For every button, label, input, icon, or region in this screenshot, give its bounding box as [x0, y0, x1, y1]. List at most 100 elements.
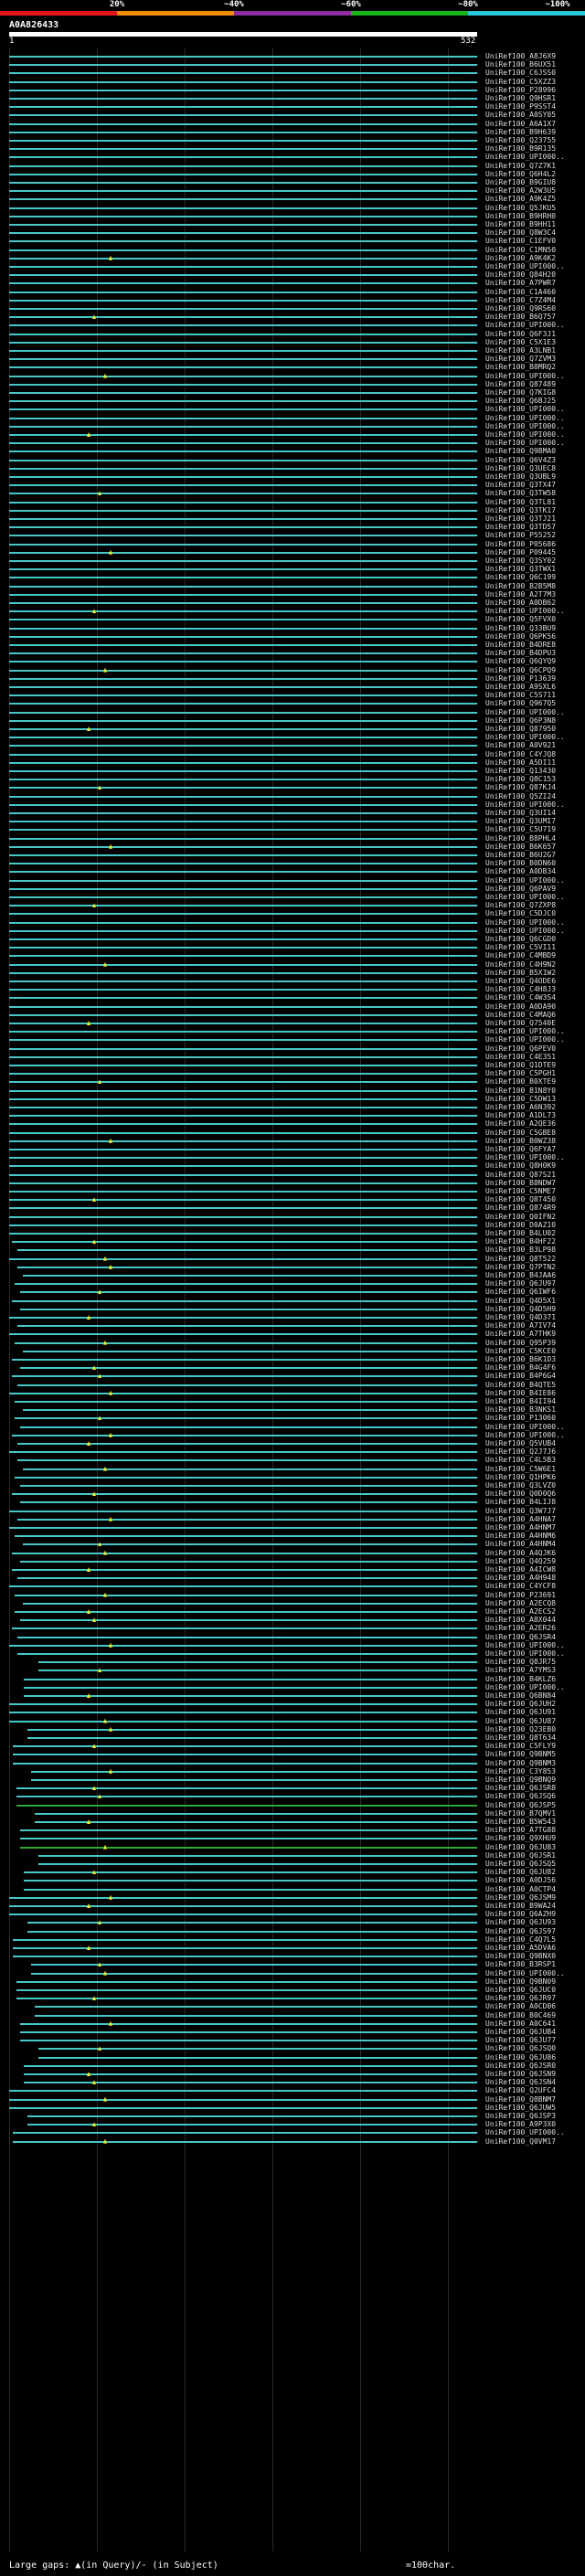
hit-alignment-bar [9, 375, 477, 377]
hit-alignment-bar [27, 2115, 477, 2117]
hit-alignment-bar [27, 1930, 477, 1933]
hit-alignment-bar [9, 72, 477, 75]
hit-alignment-bar [9, 64, 477, 67]
hit-alignment-bar [9, 1055, 477, 1058]
hit-alignment-bar [9, 619, 477, 621]
hit-alignment-bar [9, 913, 477, 916]
identity-band-5 [468, 11, 585, 16]
hit-alignment-bar [9, 240, 477, 243]
hit-alignment-bar [13, 1947, 477, 1949]
hit-alignment-bar [12, 1552, 477, 1554]
hit-alignment-bar [9, 1585, 477, 1588]
hit-alignment-bar [35, 1821, 477, 1823]
hit-alignment-bar [9, 745, 477, 747]
hit-alignment-bar [35, 2014, 477, 2017]
hit-row[interactable]: UniRef100_Q0VM17 [0, 2137, 585, 2147]
hit-alignment-bar [17, 1577, 477, 1580]
hit-alignment-bar [9, 779, 477, 781]
hit-alignment-bar [9, 291, 477, 293]
hit-alignment-bar [9, 1005, 477, 1008]
hit-alignment-bar [9, 274, 477, 277]
hit-alignment-bar [9, 299, 477, 302]
hit-alignment-bar [9, 1097, 477, 1100]
hit-alignment-bar [13, 1762, 477, 1765]
hit-alignment-bar [9, 879, 477, 882]
hit-alignment-bar [24, 2082, 477, 2084]
hit-alignment-bar [9, 863, 477, 865]
hit-alignment-bar [20, 1619, 477, 1622]
hit-alignment-bar [9, 408, 477, 411]
hit-alignment-bar [24, 2073, 477, 2075]
hit-alignment-bar [9, 350, 477, 352]
hit-alignment-bar [9, 509, 477, 512]
hit-alignment-bar [9, 333, 477, 335]
hit-alignment-bar [9, 366, 477, 369]
hit-alignment-bar [9, 812, 477, 814]
hit-alignment-bar [9, 686, 477, 688]
scale-label-100: ~100% [545, 0, 570, 9]
hit-alignment-bar [9, 114, 477, 117]
hit-alignment-bar [9, 1913, 477, 1916]
query-end-position: 532 [461, 37, 476, 46]
hit-alignment-bar [24, 2064, 477, 2067]
hit-alignment-bar [38, 1863, 477, 1865]
hit-alignment-bar [9, 1039, 477, 1042]
hit-alignment-bar [12, 1299, 477, 1302]
hit-alignment-bar [9, 560, 477, 562]
hit-alignment-bar [24, 1695, 477, 1697]
hit-alignment-bar [9, 896, 477, 898]
hit-alignment-bar [9, 425, 477, 428]
legend-scale-text: =100char. [406, 2560, 456, 2571]
hit-alignment-bar [9, 358, 477, 361]
hit-alignment-bar [9, 1140, 477, 1142]
hit-alignment-bar [13, 1938, 477, 1941]
hit-alignment-bar [9, 140, 477, 142]
hit-alignment-bar [9, 1165, 477, 1168]
hit-alignment-bar [9, 383, 477, 386]
hit-alignment-bar [9, 308, 477, 310]
hit-alignment-bar [9, 434, 477, 436]
hit-alignment-bar [9, 131, 477, 133]
hit-alignment-bar [9, 122, 477, 125]
hit-alignment-bar [9, 148, 477, 151]
hit-alignment-bar [9, 89, 477, 91]
hit-alignment-bar [38, 1670, 477, 1672]
hit-alignment-bar [9, 1527, 477, 1529]
hit-alignment-bar [38, 1661, 477, 1664]
hit-alignment-bar [9, 577, 477, 579]
hit-alignment-bar [23, 1350, 477, 1352]
hit-alignment-bar [9, 1065, 477, 1066]
hit-alignment-bar [31, 1770, 477, 1773]
hit-alignment-bar [38, 2056, 477, 2059]
hit-label[interactable]: UniRef100_Q0VM17 [485, 2137, 556, 2147]
hit-alignment-bar [9, 887, 477, 890]
scale-label-20: 20% [109, 0, 125, 9]
hit-alignment-bar [16, 1787, 477, 1790]
hit-alignment-bar [9, 1149, 477, 1150]
hit-alignment-bar [9, 1703, 477, 1706]
hit-alignment-bar [20, 2031, 477, 2033]
query-sequence-bar [9, 32, 477, 37]
hit-alignment-bar [12, 1627, 477, 1630]
hit-alignment-bar [9, 593, 477, 596]
hit-alignment-bar [9, 627, 477, 630]
hit-alignment-bar [20, 1560, 477, 1563]
hit-alignment-bar [9, 1123, 477, 1126]
hit-alignment-bar [9, 266, 477, 268]
hit-alignment-bar [23, 1602, 477, 1605]
identity-scale-labels: 20% ~40% ~60% ~80% ~100% [0, 0, 585, 11]
hit-alignment-bar [9, 963, 477, 966]
hit-alignment-bar [9, 2106, 477, 2109]
hit-alignment-bar [9, 1173, 477, 1176]
hit-alignment-bar [9, 585, 477, 588]
hit-alignment-bar [23, 1275, 477, 1277]
hit-alignment-bar [9, 821, 477, 823]
hit-alignment-bar [23, 1543, 477, 1546]
hit-alignment-bar [9, 551, 477, 554]
hit-alignment-bar [12, 1375, 477, 1378]
hit-alignment-bar [9, 190, 477, 193]
hit-alignment-bar [9, 947, 477, 949]
hit-alignment-bar [9, 173, 477, 175]
hit-alignment-bar [9, 761, 477, 764]
hit-alignment-bar [9, 1115, 477, 1118]
